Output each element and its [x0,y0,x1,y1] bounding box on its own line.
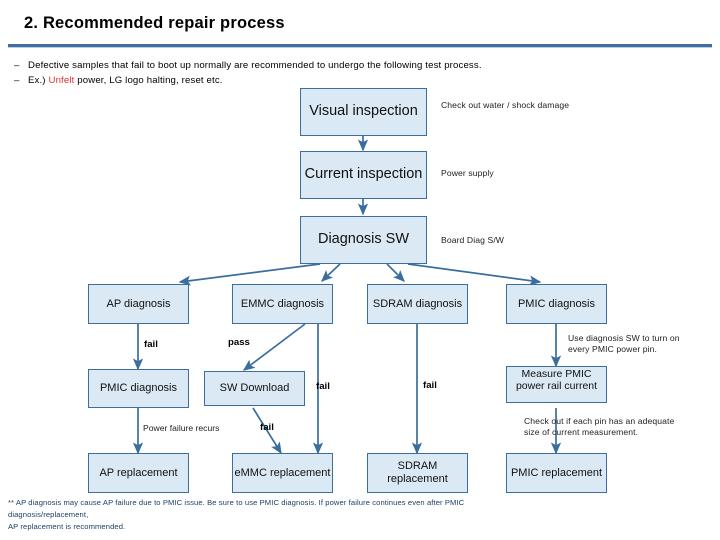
bullet-dash: – [14,60,20,71]
flow-box-label: Measure PMIC power rail current [515,368,598,393]
note-visual-inspection: Check out water / shock damage [441,100,570,110]
flow-box-label: SDRAM diagnosis [372,297,463,310]
flow-box-ap-replacement[interactable]: AP replacement [88,453,189,493]
bullet-item-2: – Ex.) Unfelt power, LG logo halting, res… [14,73,704,88]
flow-box-diagnosis-sw[interactable]: Diagnosis SW [300,216,427,264]
edge-label-emmc-pass: pass [228,337,250,348]
title-divider-shadow [8,47,712,48]
footnote-line-1: ** AP diagnosis may cause AP failure due… [8,498,465,507]
footnote: ** AP diagnosis may cause AP failure due… [8,497,708,533]
bullet-highlight-unfelt: Unfelt [48,75,75,86]
bullet-text-1: Defective samples that fail to boot up n… [28,60,482,71]
note-diagnosis-sw: Board Diag S/W [441,235,505,245]
flow-box-label: SW Download [219,382,290,395]
flow-box-pmic-replacement[interactable]: PMIC replacement [506,453,607,493]
flow-box-visual-inspection[interactable]: Visual inspection [300,88,427,136]
bullet-item-1: – Defective samples that fail to boot up … [14,58,704,73]
edge-label-sdram-fail: fail [423,380,437,391]
note-current-inspection: Power supply [441,168,494,178]
bullet-dash: – [14,75,20,86]
flow-box-sw-download[interactable]: SW Download [204,371,305,406]
flow-box-measure-pmic[interactable]: Measure PMIC power rail current [506,366,607,403]
flow-box-ap-diagnosis[interactable]: AP diagnosis [88,284,189,324]
note-measure-pmic: Check out if each pin has an adequate si… [524,416,675,437]
flow-box-label: PMIC diagnosis [99,382,178,395]
flow-box-label: SDRAM replacement [387,460,448,485]
edge-label-power-failure-recurs: Power failure recurs [143,423,220,433]
edge-label-ap-fail: fail [144,339,158,350]
bullet-text-2-pre: Ex.) [28,75,49,86]
flow-box-current-inspection[interactable]: Current inspection [300,151,427,199]
flow-box-emmc-diagnosis[interactable]: EMMC diagnosis [232,284,333,324]
flow-box-label: EMMC diagnosis [240,297,325,310]
edge-label-sw-download-fail: fail [260,422,274,433]
flow-box-pmic-diagnosis[interactable]: PMIC diagnosis [506,284,607,324]
footnote-line-3: AP replacement is recommended. [8,522,126,531]
flow-box-label: eMMC replacement [234,466,331,479]
flow-box-label: AP diagnosis [106,297,171,310]
flow-box-label: Diagnosis SW [317,231,410,248]
flow-box-label: PMIC diagnosis [517,297,596,310]
footnote-line-2: diagnosis/replacement, [8,510,89,519]
bullet-text-2-post: power, LG logo halting, reset etc. [74,75,223,86]
flow-box-label: AP replacement [99,466,178,479]
page-title: 2. Recommended repair process [24,14,285,32]
edge-label-emmc-fail: fail [316,381,330,392]
bullet-list: – Defective samples that fail to boot up … [14,58,704,88]
flow-box-label: PMIC replacement [510,466,603,479]
slide-canvas: 2. Recommended repair process – Defective… [0,0,720,540]
flow-box-sdram-diagnosis[interactable]: SDRAM diagnosis [367,284,468,324]
flow-box-label: Current inspection [304,166,423,183]
flow-box-sdram-replacement[interactable]: SDRAM replacement [367,453,468,493]
note-pmic-diagnosis: Use diagnosis SW to turn on every PMIC p… [568,333,680,354]
flow-box-pmic-diagnosis-2[interactable]: PMIC diagnosis [88,369,189,408]
flow-box-label: Visual inspection [309,103,418,120]
flow-box-emmc-replacement[interactable]: eMMC replacement [232,453,333,493]
